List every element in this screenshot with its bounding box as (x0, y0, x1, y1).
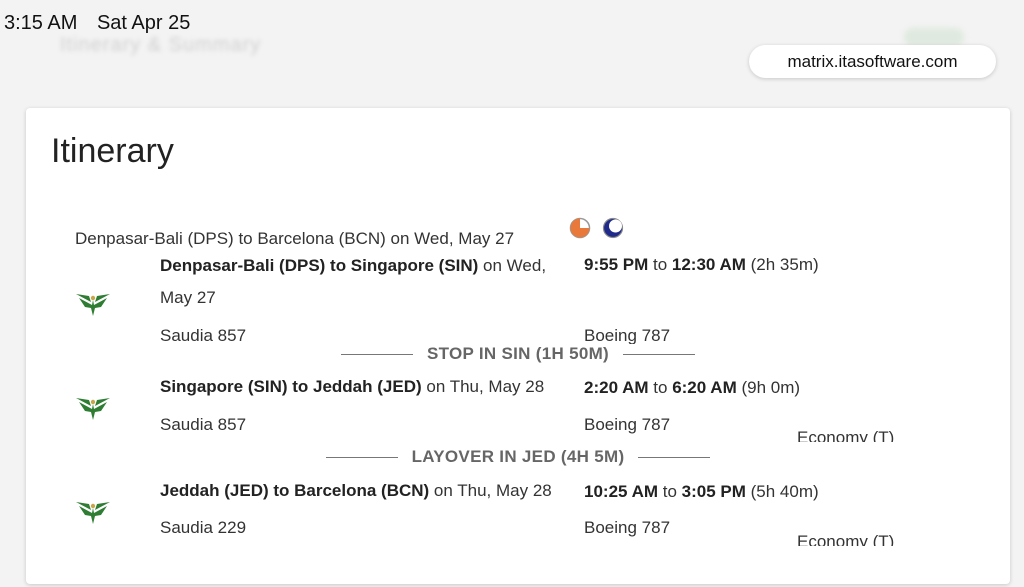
segment-arrive: 6:20 AM (672, 378, 737, 397)
page-title: Itinerary (51, 132, 174, 170)
segment-1-clip: Denpasar-Bali (DPS) to Singapore (SIN) o… (26, 256, 1010, 344)
segment-route: Denpasar-Bali (DPS) to Singapore (SIN) o… (160, 256, 570, 314)
segment-depart: 9:55 PM (584, 256, 649, 274)
itinerary-card: Itinerary Denpasar-Bali (DPS) to Barcelo… (26, 108, 1010, 584)
segment-3-clip: Jeddah (JED) to Barcelona (BCN) on Thu, … (26, 474, 1010, 546)
segment-arrive: 3:05 PM (681, 482, 746, 501)
segment-times: 9:55 PM to 12:30 AM (2h 35m) (584, 256, 884, 275)
segment-flight: Saudia 229 (160, 518, 247, 537)
segment-aircraft: Boeing 787 (584, 518, 671, 537)
status-bar: 3:15 AM Sat Apr 25 (4, 12, 204, 35)
segment-date: on Thu, May 28 (421, 377, 545, 396)
url-text: matrix.itasoftware.com (787, 51, 958, 71)
moon-icon (602, 217, 624, 239)
segment-times: 10:25 AM to 3:05 PM (5h 40m) (584, 482, 884, 502)
layover-label: LAYOVER IN JED (4H 5M) (411, 447, 625, 466)
segment-aircraft: Boeing 787 (584, 415, 671, 434)
segment-duration: (5h 40m) (745, 482, 819, 501)
segment-route: Jeddah (JED) to Barcelona (BCN) on Thu, … (160, 475, 590, 507)
segment-route: Singapore (SIN) to Jeddah (JED) on Thu, … (160, 371, 590, 403)
segment-times: 2:20 AM to 6:20 AM (9h 0m) (584, 378, 884, 398)
timezone-icons (569, 217, 624, 239)
status-date: Sat Apr 25 (96, 12, 191, 34)
segment-duration: (2h 35m) (745, 256, 819, 274)
stop-label: STOP IN SIN (1H 50M) (426, 344, 610, 363)
route-summary: Denpasar-Bali (DPS) to Barcelona (BCN) o… (75, 229, 515, 248)
divider-rule (325, 456, 398, 458)
segment-to: to (648, 256, 672, 274)
segment-depart: 10:25 AM (584, 482, 659, 501)
segment-cabin: Economy (T) (797, 532, 895, 546)
segment-depart: 2:20 AM (584, 378, 649, 397)
segment-2-clip: Singapore (SIN) to Jeddah (JED) on Thu, … (26, 370, 1010, 442)
layover-divider: LAYOVER IN JED (4H 5M) (26, 447, 1010, 467)
status-time: 3:15 AM (4, 12, 78, 34)
segment-date: on Thu, May 28 (429, 481, 552, 500)
divider-rule (638, 456, 711, 458)
segment-route-airports: Singapore (SIN) to Jeddah (JED) (160, 377, 422, 396)
segment-duration: (9h 0m) (736, 378, 801, 397)
url-bar[interactable]: matrix.itasoftware.com (749, 45, 996, 78)
segment-cabin: Economy (T) (797, 428, 895, 442)
segment-to: to (648, 378, 673, 397)
segment-flight: Saudia 857 (160, 415, 247, 434)
saudia-logo-icon (76, 502, 110, 524)
divider-rule (340, 353, 413, 355)
background-badge (904, 28, 964, 46)
background-page-text: Itinerary & Summary (60, 34, 262, 56)
saudia-logo-icon (76, 398, 110, 420)
sunset-icon (569, 217, 591, 239)
segment-flight: Saudia 857 (160, 326, 247, 344)
segment-route-airports: Denpasar-Bali (DPS) to Singapore (SIN) (160, 256, 479, 275)
segment-route-airports: Jeddah (JED) to Barcelona (BCN) (160, 481, 430, 500)
segment-aircraft: Boeing 787 (584, 326, 671, 344)
stop-divider: STOP IN SIN (1H 50M) (26, 344, 1010, 364)
saudia-logo-icon (76, 294, 110, 316)
divider-rule (623, 353, 696, 355)
segment-to: to (658, 482, 682, 501)
segment-arrive: 12:30 AM (671, 256, 746, 274)
